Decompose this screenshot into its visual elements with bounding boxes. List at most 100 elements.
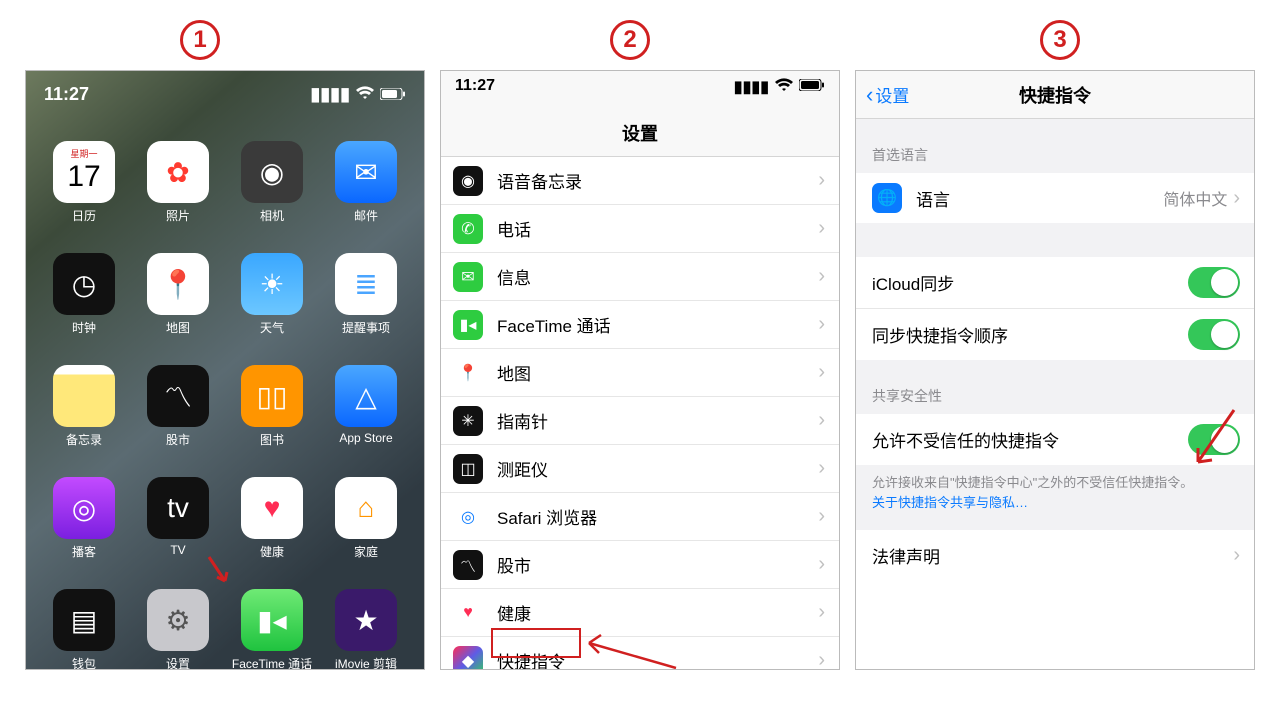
books-icon: ▯▯ xyxy=(241,365,303,427)
compass-icon: ✳ xyxy=(453,406,483,436)
appstore-icon: △ xyxy=(335,365,397,427)
chevron-right-icon: › xyxy=(818,457,825,480)
app-facetime[interactable]: ▮◂ FaceTime 通话 xyxy=(228,589,316,670)
chevron-right-icon: › xyxy=(818,217,825,240)
step-2-badge: 2 xyxy=(610,20,650,60)
chevron-right-icon: › xyxy=(818,265,825,288)
chevron-right-icon: › xyxy=(1233,187,1240,210)
app-health[interactable]: ♥健康 xyxy=(228,477,316,585)
section-lang-header: 首选语言 xyxy=(856,119,1254,173)
chevron-right-icon: › xyxy=(1233,544,1240,567)
app-label: 设置 xyxy=(166,655,190,670)
highlight-shortcuts xyxy=(491,628,581,658)
phone-icon: ✆ xyxy=(453,214,483,244)
icloud-sync-toggle[interactable] xyxy=(1188,267,1240,298)
app-wallet[interactable]: ▤钱包 xyxy=(40,589,128,670)
settings-row-maps[interactable]: 📍地图› xyxy=(441,349,839,397)
app-stocks[interactable]: 〽股市 xyxy=(134,365,222,473)
settings-icon: ⚙ xyxy=(147,589,209,651)
language-row[interactable]: 🌐 语言 简体中文 › xyxy=(856,173,1254,223)
settings-list[interactable]: ◉语音备忘录›✆电话›✉信息›▮◂FaceTime 通话›📍地图›✳指南针› ◫ 测… xyxy=(441,157,839,670)
settings-title: 设置 xyxy=(622,120,658,146)
settings-row-measure[interactable]: ◫ 测距仪› xyxy=(441,445,839,493)
app-label: 照片 xyxy=(166,207,190,224)
app-reminders[interactable]: ≣ 提醒事项 xyxy=(322,253,410,361)
row-label: FaceTime 通话 xyxy=(497,312,818,337)
app-label: 健康 xyxy=(260,543,284,560)
back-button[interactable]: ‹ 设置 xyxy=(866,82,909,108)
arrow-to-settings-icon xyxy=(204,553,236,591)
shortcuts-icon: ◆ xyxy=(453,646,483,671)
settings-row-safari[interactable]: ◎Safari 浏览器› xyxy=(441,493,839,541)
settings-row-messages[interactable]: ✉信息› xyxy=(441,253,839,301)
app-home[interactable]: ⌂家庭 xyxy=(322,477,410,585)
sync-order-row[interactable]: 同步快捷指令顺序 xyxy=(856,309,1254,360)
chevron-right-icon: › xyxy=(818,361,825,384)
app-label: 相机 xyxy=(260,207,284,224)
app-label: 备忘录 xyxy=(66,431,102,448)
app-label: FaceTime 通话 xyxy=(232,655,312,670)
phone-1-homescreen: 11:27 ▮▮▮▮ 星期一17日历 ✿ 照片 ◉相机✉邮件 ◷时钟📍地图 ☀ 天气 ≣ 提醒事… xyxy=(25,70,425,670)
app-mail[interactable]: ✉邮件 xyxy=(322,141,410,249)
app-calendar[interactable]: 星期一17日历 xyxy=(40,141,128,249)
app-notes[interactable]: 备忘录 xyxy=(40,365,128,473)
app-label: 提醒事项 xyxy=(342,319,390,336)
voice-memos-icon: ◉ xyxy=(453,166,483,196)
row-label: 股市 xyxy=(497,552,818,577)
app-label: App Store xyxy=(339,431,392,445)
icloud-sync-row[interactable]: iCloud同步 xyxy=(856,257,1254,309)
language-value: 简体中文 xyxy=(1163,186,1227,210)
settings-row-voice-memos[interactable]: ◉语音备忘录› xyxy=(441,157,839,205)
status-time: 11:27 xyxy=(44,84,89,105)
app-label: 天气 xyxy=(260,319,284,336)
back-label: 设置 xyxy=(875,82,909,107)
weather-icon: ☀ xyxy=(241,253,303,315)
notes-icon xyxy=(53,365,115,427)
facetime-icon: ▮◂ xyxy=(241,589,303,651)
app-label: 时钟 xyxy=(72,319,96,336)
settings-row-compass[interactable]: ✳指南针› xyxy=(441,397,839,445)
chevron-right-icon: › xyxy=(818,601,825,624)
icloud-sync-label: iCloud同步 xyxy=(872,270,1188,295)
row-label: 测距仪 xyxy=(497,456,818,481)
status-bar: 11:27 ▮▮▮▮ xyxy=(26,79,424,109)
settings-row-facetime[interactable]: ▮◂FaceTime 通话› xyxy=(441,301,839,349)
app-clock[interactable]: ◷时钟 xyxy=(40,253,128,361)
signal-icon: ▮▮▮▮ xyxy=(734,77,769,97)
app-camera[interactable]: ◉相机 xyxy=(228,141,316,249)
messages-icon: ✉ xyxy=(453,262,483,292)
measure-icon: ◫ xyxy=(453,454,483,484)
untrusted-note-text: 允许接收来自"快捷指令中心"之外的不受信任快捷指令。 xyxy=(872,475,1193,490)
sync-order-label: 同步快捷指令顺序 xyxy=(872,322,1188,347)
app-label: 图书 xyxy=(260,431,284,448)
chevron-right-icon: › xyxy=(818,505,825,528)
maps-icon: 📍 xyxy=(453,358,483,388)
step-1-badge: 1 xyxy=(180,20,220,60)
photos-icon: ✿ xyxy=(147,141,209,203)
reminders-icon: ≣ xyxy=(335,253,397,315)
app-label: 邮件 xyxy=(354,207,378,224)
chevron-right-icon: › xyxy=(818,409,825,432)
app-photos[interactable]: ✿ 照片 xyxy=(134,141,222,249)
settings-row-stocks[interactable]: 〽股市› xyxy=(441,541,839,589)
legal-row[interactable]: 法律声明 › xyxy=(856,530,1254,580)
app-weather[interactable]: ☀ 天气 xyxy=(228,253,316,361)
app-podcasts[interactable]: ◎播客 xyxy=(40,477,128,585)
settings-row-phone[interactable]: ✆电话› xyxy=(441,205,839,253)
calendar-icon: 星期一17 xyxy=(53,141,115,203)
app-appstore[interactable]: △ App Store xyxy=(322,365,410,473)
app-maps[interactable]: 📍地图 xyxy=(134,253,222,361)
sync-order-toggle[interactable] xyxy=(1188,319,1240,350)
shortcuts-header: ‹ 设置 快捷指令 xyxy=(856,71,1254,119)
privacy-link[interactable]: 关于快捷指令共享与隐私… xyxy=(872,495,1028,510)
app-imovie[interactable]: ★iMovie 剪辑 xyxy=(322,589,410,670)
app-label: TV xyxy=(170,543,185,557)
health-icon: ♥ xyxy=(453,598,483,628)
tv-icon: tv xyxy=(147,477,209,539)
app-books[interactable]: ▯▯ 图书 xyxy=(228,365,316,473)
imovie-icon: ★ xyxy=(335,589,397,651)
stocks-icon: 〽 xyxy=(147,365,209,427)
stocks-icon: 〽 xyxy=(453,550,483,580)
app-settings[interactable]: ⚙ 设置 xyxy=(134,589,222,670)
settings-header: 11:27 ▮▮▮▮ 设置 xyxy=(441,71,839,157)
